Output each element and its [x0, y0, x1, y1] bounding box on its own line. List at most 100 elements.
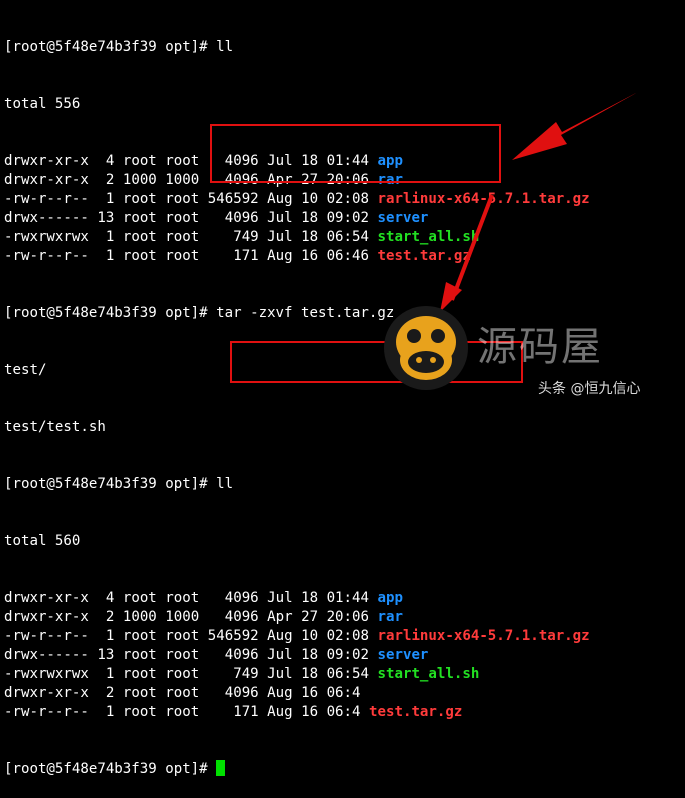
file-size: 4096: [207, 210, 259, 226]
modified-date: Jul 18 06:54: [267, 229, 369, 245]
modified-date: Apr 27 20:06: [267, 609, 369, 625]
file-entry-row: -rw-r--r-- 1 root root 546592 Aug 10 02:…: [4, 627, 685, 646]
link-count: 4: [97, 590, 115, 606]
owner: root: [122, 210, 157, 226]
link-count: 13: [97, 647, 115, 663]
file-size: 546592: [207, 191, 259, 207]
permissions: -rw-r--r--: [4, 628, 89, 644]
group: 1000: [165, 172, 200, 188]
link-count: 4: [97, 153, 115, 169]
highlight-box-new-entries: [230, 341, 523, 383]
link-count: 1: [97, 704, 115, 720]
owner: root: [122, 685, 157, 701]
permissions: drwxr-xr-x: [4, 609, 89, 625]
prompt-line: [root@5f48e74b3f39 opt]# ll: [4, 475, 685, 494]
permissions: -rwxrwxrwx: [4, 229, 89, 245]
file-name: server: [377, 647, 429, 663]
file-size: 4096: [207, 647, 259, 663]
link-count: 1: [97, 628, 115, 644]
file-size: 4096: [207, 590, 259, 606]
owner: 1000: [122, 172, 157, 188]
file-name: rar: [377, 609, 403, 625]
file-entry-row: drwxr-xr-x 2 1000 1000 4096 Apr 27 20:06…: [4, 608, 685, 627]
command-text: tar -zxvf test.tar.gz: [216, 305, 395, 321]
link-count: 2: [97, 609, 115, 625]
file-size: 749: [207, 666, 259, 682]
permissions: -rw-r--r--: [4, 704, 89, 720]
file-name: app: [377, 590, 403, 606]
permissions: drwx------: [4, 647, 89, 663]
group: 1000: [165, 609, 200, 625]
group: root: [165, 685, 200, 701]
link-count: 2: [97, 685, 115, 701]
link-count: 1: [97, 666, 115, 682]
file-entry-row: -rw-r--r-- 1 root root 546592 Aug 10 02:…: [4, 190, 685, 209]
file-entry-row: drwx------ 13 root root 4096 Jul 18 09:0…: [4, 209, 685, 228]
group: root: [165, 590, 200, 606]
link-count: 1: [97, 229, 115, 245]
group: root: [165, 153, 200, 169]
link-count: 2: [97, 172, 115, 188]
owner: root: [122, 628, 157, 644]
owner: root: [122, 191, 157, 207]
owner: root: [122, 229, 157, 245]
total-line: total 556: [4, 96, 81, 112]
permissions: -rw-r--r--: [4, 248, 89, 264]
file-name: test.tar.gz: [369, 704, 463, 720]
group: root: [165, 229, 200, 245]
file-listing: drwxr-xr-x 4 root root 4096 Jul 18 01:44…: [4, 589, 685, 722]
file-size: 4096: [207, 609, 259, 625]
prompt: [root@5f48e74b3f39 opt]#: [4, 305, 208, 321]
modified-date: Aug 10 02:08: [267, 628, 369, 644]
file-entry-row: drwxr-xr-x 2 root root 4096 Aug 16 06:4: [4, 684, 685, 703]
file-name: server: [377, 210, 429, 226]
file-size: 171: [207, 248, 259, 264]
file-name: test.tar.gz: [377, 248, 471, 264]
owner: 1000: [122, 609, 157, 625]
prompt-line: [root@5f48e74b3f39 opt]# tar -zxvf test.…: [4, 304, 685, 323]
file-entry-row: drwx------ 13 root root 4096 Jul 18 09:0…: [4, 646, 685, 665]
group: root: [165, 628, 200, 644]
modified-date: Aug 10 02:08: [267, 191, 369, 207]
group: root: [165, 191, 200, 207]
link-count: 13: [97, 210, 115, 226]
file-entry-row: -rw-r--r-- 1 root root 171 Aug 16 06:4 t…: [4, 703, 685, 722]
owner: root: [122, 153, 157, 169]
file-size: 546592: [207, 628, 259, 644]
file-size: 171: [207, 704, 259, 720]
file-size: 4096: [207, 685, 259, 701]
file-entry-row: -rwxrwxrwx 1 root root 749 Jul 18 06:54 …: [4, 228, 685, 247]
file-entry-row: -rwxrwxrwx 1 root root 749 Jul 18 06:54 …: [4, 665, 685, 684]
modified-date: Jul 18 09:02: [267, 210, 369, 226]
highlight-box-extract-command: [210, 124, 501, 183]
file-name: start_all.sh: [377, 229, 480, 245]
permissions: drwxr-xr-x: [4, 172, 89, 188]
link-count: 1: [97, 191, 115, 207]
owner: root: [122, 647, 157, 663]
modified-date: Jul 18 06:54: [267, 666, 369, 682]
prompt-line[interactable]: [root@5f48e74b3f39 opt]#: [4, 760, 685, 779]
group: root: [165, 647, 200, 663]
file-entry-row: drwxr-xr-x 4 root root 4096 Jul 18 01:44…: [4, 589, 685, 608]
command-text: ll: [216, 476, 234, 492]
file-name: rarlinux-x64-5.7.1.tar.gz: [377, 628, 590, 644]
modified-date: Aug 16 06:4: [267, 685, 361, 701]
permissions: -rw-r--r--: [4, 191, 89, 207]
permissions: drwxr-xr-x: [4, 590, 89, 606]
permissions: drwx------: [4, 210, 89, 226]
permissions: -rwxrwxrwx: [4, 666, 89, 682]
prompt: [root@5f48e74b3f39 opt]#: [4, 761, 208, 777]
prompt: [root@5f48e74b3f39 opt]#: [4, 39, 208, 55]
command-text: ll: [216, 39, 234, 55]
file-name: start_all.sh: [377, 666, 480, 682]
text-cursor[interactable]: [216, 760, 226, 776]
file-size: 749: [207, 229, 259, 245]
modified-date: Jul 18 09:02: [267, 647, 369, 663]
modified-date: Aug 16 06:46: [267, 248, 369, 264]
permissions: drwxr-xr-x: [4, 685, 89, 701]
permissions: drwxr-xr-x: [4, 153, 89, 169]
file-entry-row: -rw-r--r-- 1 root root 171 Aug 16 06:46 …: [4, 247, 685, 266]
file-name: rarlinux-x64-5.7.1.tar.gz: [377, 191, 590, 207]
owner: root: [122, 590, 157, 606]
total-line: total 560: [4, 533, 81, 549]
